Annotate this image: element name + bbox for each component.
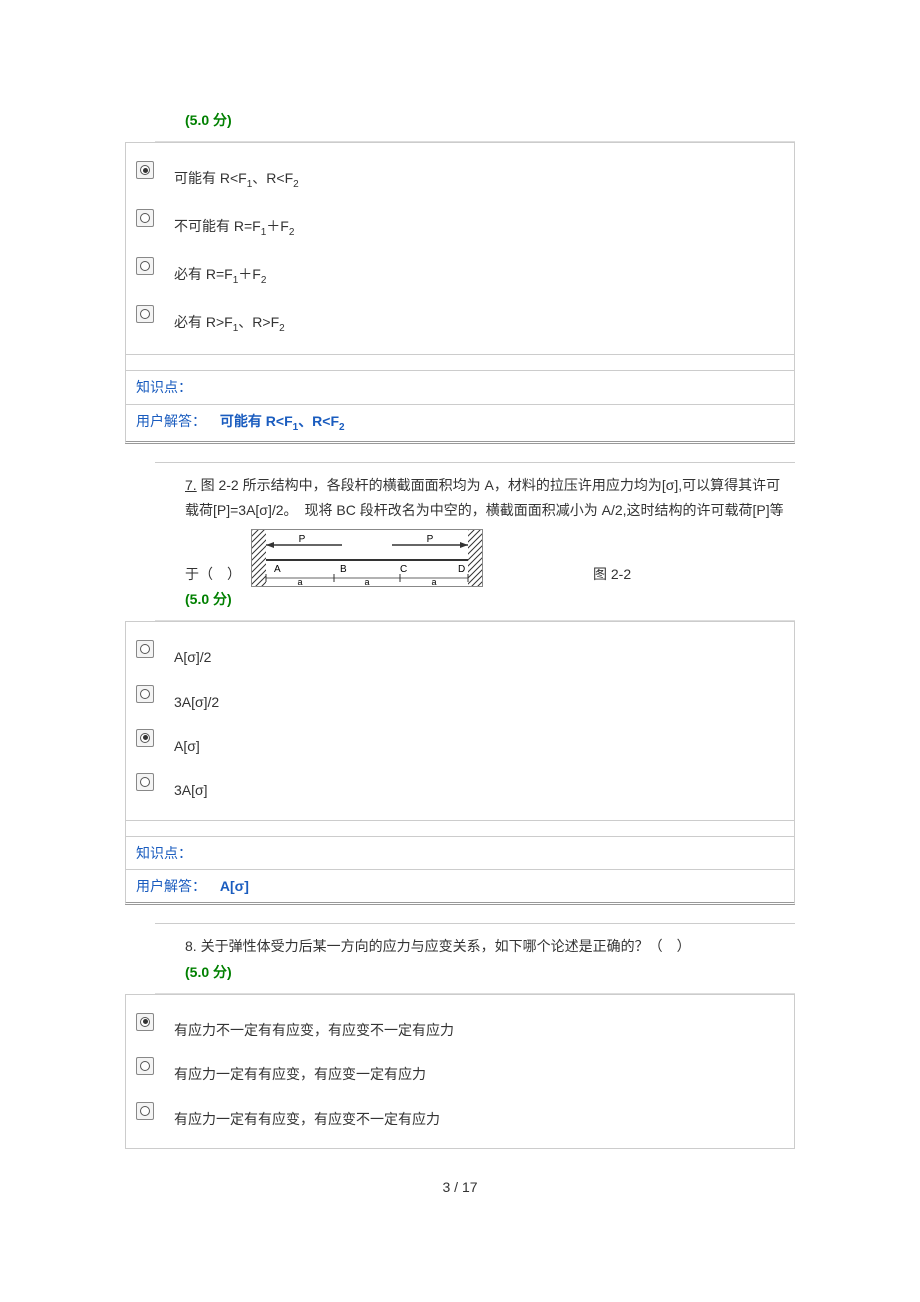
q6-score: (5.0 分) xyxy=(185,112,232,128)
radio-icon xyxy=(136,773,154,791)
svg-text:a: a xyxy=(364,577,369,586)
figure-2-2: P P A B C D a a xyxy=(251,529,483,587)
q6-knowledge: 知识点： xyxy=(125,371,795,404)
q8-option-c[interactable]: 有应力一定有有应变，有应变不一定有应力 xyxy=(126,1094,794,1138)
q8-stem: 8. 关于弹性体受力后某一方向的应力与应变关系，如下哪个论述是正确的？（ ） (… xyxy=(155,923,795,993)
radio-icon xyxy=(136,1102,154,1120)
q8-number: 8. xyxy=(185,938,197,954)
question-8: 8. 关于弹性体受力后某一方向的应力与应变关系，如下哪个论述是正确的？（ ） (… xyxy=(125,923,795,1149)
q6-options: 可能有 R<F1、R<F2 不可能有 R=F1＋F2 必有 R=F1＋F2 必有… xyxy=(125,142,795,355)
radio-icon xyxy=(136,729,154,747)
option-text: 有应力一定有有应变，有应变一定有应力 xyxy=(174,1057,426,1085)
question-7: 7. 图 2-2 所示结构中，各段杆的横截面面积均为 A，材料的拉压许用应力均为… xyxy=(125,462,795,906)
answer-value: A[σ] xyxy=(220,878,249,894)
q7-option-d[interactable]: 3A[σ] xyxy=(126,765,794,809)
spacer xyxy=(125,355,795,371)
radio-icon xyxy=(136,685,154,703)
option-text: 3A[σ] xyxy=(174,773,208,801)
option-text: 必有 R=F1＋F2 xyxy=(174,257,266,289)
q6-user-answer: 用户解答： 可能有 R<F1、R<F2 xyxy=(125,405,795,444)
option-text: 有应力一定有有应变，有应变不一定有应力 xyxy=(174,1102,440,1130)
answer-label: 用户解答： xyxy=(136,413,206,429)
question-6: (5.0 分) 可能有 R<F1、R<F2 不可能有 R=F1＋F2 必有 R=… xyxy=(125,100,795,444)
option-text: 可能有 R<F1、R<F2 xyxy=(174,161,299,193)
q7-user-answer: 用户解答： A[σ] xyxy=(125,870,795,905)
figure-label: 图 2-2 xyxy=(593,562,631,587)
svg-text:A: A xyxy=(274,564,281,575)
q6-option-b[interactable]: 不可能有 R=F1＋F2 xyxy=(126,201,794,249)
radio-icon xyxy=(136,1057,154,1075)
radio-icon xyxy=(136,161,154,179)
option-text: 有应力不一定有有应变，有应变不一定有应力 xyxy=(174,1013,454,1041)
q7-options: A[σ]/2 3A[σ]/2 A[σ] 3A[σ] xyxy=(125,621,795,821)
knowledge-label: 知识点： xyxy=(136,845,192,861)
radio-icon xyxy=(136,305,154,323)
q8-score: (5.0 分) xyxy=(185,964,232,980)
svg-text:a: a xyxy=(297,577,302,586)
svg-text:P: P xyxy=(427,534,434,545)
q6-option-d[interactable]: 必有 R>F1、R>F2 xyxy=(126,297,794,345)
q7-option-b[interactable]: 3A[σ]/2 xyxy=(126,677,794,721)
q7-knowledge: 知识点： xyxy=(125,837,795,870)
option-text: 3A[σ]/2 xyxy=(174,685,219,713)
q6-option-a[interactable]: 可能有 R<F1、R<F2 xyxy=(126,153,794,201)
q7-stem: 7. 图 2-2 所示结构中，各段杆的横截面面积均为 A，材料的拉压许用应力均为… xyxy=(155,462,795,622)
option-text: A[σ]/2 xyxy=(174,640,211,668)
q7-option-c[interactable]: A[σ] xyxy=(126,721,794,765)
q8-text: 关于弹性体受力后某一方向的应力与应变关系，如下哪个论述是正确的？（ ） xyxy=(201,938,691,954)
svg-text:D: D xyxy=(458,564,465,575)
q7-text: 图 2-2 所示结构中，各段杆的横截面面积均为 A，材料的拉压许用应力均为[σ]… xyxy=(185,477,784,518)
q7-score: (5.0 分) xyxy=(185,591,232,607)
radio-icon xyxy=(136,1013,154,1031)
svg-text:P: P xyxy=(299,534,306,545)
option-text: A[σ] xyxy=(174,729,200,757)
q8-options: 有应力不一定有有应变，有应变不一定有应力 有应力一定有有应变，有应变一定有应力 … xyxy=(125,994,795,1149)
radio-icon xyxy=(136,640,154,658)
radio-icon xyxy=(136,209,154,227)
q6-option-c[interactable]: 必有 R=F1＋F2 xyxy=(126,249,794,297)
q6-score-row: (5.0 分) xyxy=(155,100,795,142)
svg-text:a: a xyxy=(431,577,436,586)
q7-text-tail: 于（ ） xyxy=(185,562,241,587)
q7-option-a[interactable]: A[σ]/2 xyxy=(126,632,794,676)
answer-value: 可能有 R<F1、R<F2 xyxy=(220,413,345,429)
svg-text:C: C xyxy=(400,564,407,575)
answer-label: 用户解答： xyxy=(136,878,206,894)
option-text: 不可能有 R=F1＋F2 xyxy=(174,209,294,241)
q8-option-b[interactable]: 有应力一定有有应变，有应变一定有应力 xyxy=(126,1049,794,1093)
q7-number: 7. xyxy=(185,477,197,493)
q8-option-a[interactable]: 有应力不一定有有应变，有应变不一定有应力 xyxy=(126,1005,794,1049)
option-text: 必有 R>F1、R>F2 xyxy=(174,305,285,337)
spacer xyxy=(125,821,795,837)
radio-icon xyxy=(136,257,154,275)
knowledge-label: 知识点： xyxy=(136,379,192,395)
svg-text:B: B xyxy=(340,564,347,575)
page-number: 3 / 17 xyxy=(125,1179,795,1195)
